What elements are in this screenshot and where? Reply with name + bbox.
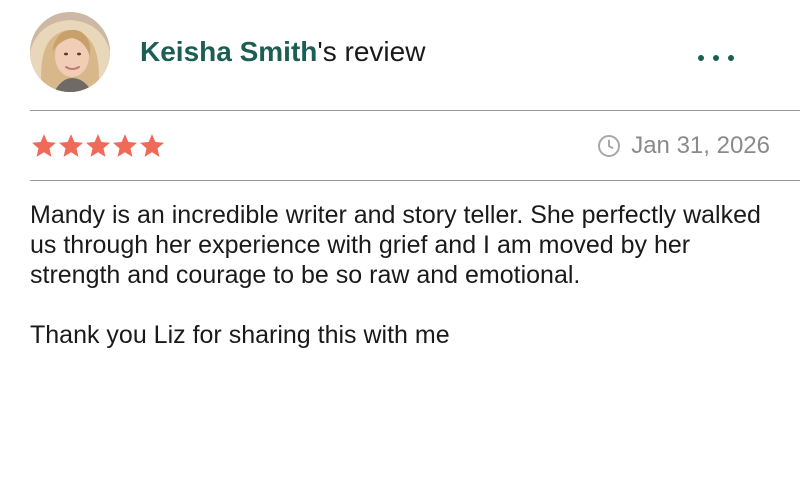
- star-rating: [30, 132, 165, 160]
- reviewer-heading: Keisha Smith's review: [140, 36, 425, 68]
- divider-bottom: [30, 180, 800, 181]
- review-header: Keisha Smith's review: [30, 12, 800, 92]
- star-icon: [31, 134, 57, 157]
- avatar[interactable]: [30, 12, 110, 92]
- star-icon: [85, 134, 111, 157]
- star-icon: [58, 134, 84, 157]
- more-horizontal-icon-dot: [713, 55, 719, 61]
- star-icon: [139, 134, 165, 157]
- review-body: Mandy is an incredible writer and story …: [30, 200, 770, 350]
- review-card: Keisha Smith's review Jan 31, 2026 Mandy…: [0, 0, 800, 496]
- more-options-button[interactable]: [696, 46, 736, 70]
- reviewer-suffix: 's review: [317, 36, 426, 67]
- date-text: Jan 31, 2026: [631, 132, 770, 159]
- star-icon: [112, 134, 138, 157]
- reviewer-name-link[interactable]: Keisha Smith: [140, 36, 317, 67]
- review-paragraph: Mandy is an incredible writer and story …: [30, 201, 761, 289]
- more-horizontal-icon-dot: [728, 55, 734, 61]
- review-paragraph: Thank you Liz for sharing this with me: [30, 321, 450, 349]
- clock-icon: [598, 135, 621, 157]
- rating-row: Jan 31, 2026: [30, 128, 770, 166]
- avatar-photo: [30, 12, 110, 92]
- divider-top: [30, 110, 800, 111]
- more-horizontal-icon: [698, 55, 704, 61]
- review-date: Jan 31, 2026: [597, 132, 770, 160]
